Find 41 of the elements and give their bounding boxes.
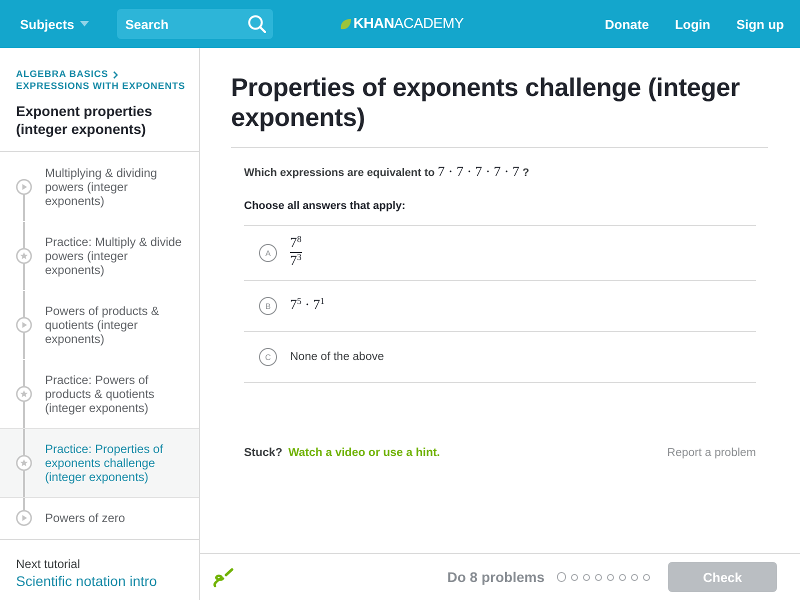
- tutorial-item[interactable]: Practice: Properties of exponents challenge (integer exponents): [0, 428, 199, 498]
- play-circle-icon: [16, 317, 32, 333]
- logo-text[interactable]: KHANACADEMY: [353, 16, 464, 32]
- search-field[interactable]: Search: [117, 9, 274, 39]
- report-problem-link[interactable]: Report a problem: [667, 445, 756, 461]
- star-circle-icon: [16, 386, 32, 402]
- nav-link[interactable]: Sign up: [736, 16, 784, 32]
- choice-letter[interactable]: C: [259, 348, 277, 366]
- tutorial-item[interactable]: Powers of products & quotients (integer exponents): [0, 290, 199, 360]
- breadcrumb-link[interactable]: EXPRESSIONS WITH EXPONENTS: [16, 81, 186, 93]
- breadcrumb-link[interactable]: ALGEBRA BASICS: [16, 69, 108, 81]
- star-circle-icon: [16, 455, 32, 471]
- math-expression: 7$^{5}$ · 7$^{1}$: [290, 298, 325, 314]
- chevron-right-icon: [113, 71, 118, 79]
- tutorial-item[interactable]: Powers of zero: [0, 497, 199, 539]
- play-circle-icon: [16, 179, 32, 195]
- next-tutorial-link[interactable]: Scientific notation intro: [16, 572, 157, 590]
- next-tutorial-label: Next tutorial: [16, 557, 82, 572]
- question-text: Which expressions are equivalent to 7 · 7 · 7 · 7 · 7 ?: [244, 165, 530, 181]
- search-icon: [248, 15, 266, 33]
- subjects-menu-button[interactable]: Subjects: [20, 16, 90, 32]
- nav-link[interactable]: Login: [674, 16, 710, 32]
- exercise-title: Properties of exponents challenge (integer exponents): [231, 48, 768, 148]
- problem-goal-text: Do 8 problems: [447, 569, 544, 585]
- tutorial-title: Exponent properties (integer exponents): [16, 102, 154, 138]
- tutorial-item[interactable]: Practice: Multiply & divide powers (integer exponents): [0, 221, 199, 291]
- tutorial-item[interactable]: Practice: Powers of products & quotients (integer exponents): [0, 359, 199, 429]
- leaf-icon: [340, 18, 352, 30]
- choice-letter[interactable]: B: [259, 297, 277, 315]
- caret-down-icon: [80, 21, 90, 27]
- play-circle-icon: [16, 510, 32, 526]
- star-circle-icon: [16, 248, 32, 264]
- squiggle-icon[interactable]: [213, 566, 234, 588]
- stuck-label: Stuck?: [244, 446, 282, 461]
- hint-link[interactable]: Watch a video or use a hint.: [288, 445, 440, 461]
- instruction-text: Choose all answers that apply:: [244, 199, 406, 214]
- nav-link[interactable]: Donate: [604, 16, 649, 32]
- tutorial-item[interactable]: Multiplying & dividing powers (integer exponents): [0, 152, 199, 222]
- choice-letter[interactable]: A: [259, 244, 277, 262]
- fraction-expression: 7$^{8}$ 7$^{3}$: [290, 236, 302, 270]
- choice-text: None of the above: [290, 351, 384, 363]
